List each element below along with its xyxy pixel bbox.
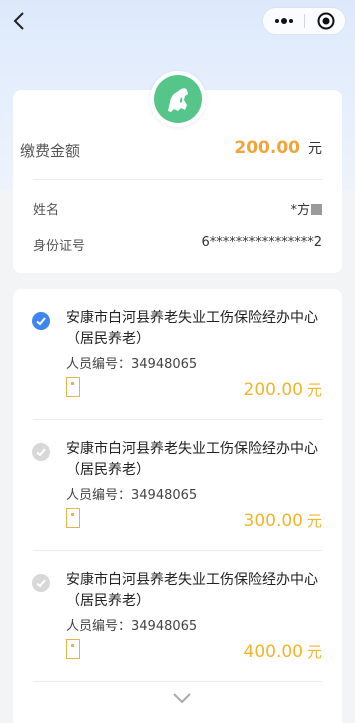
org-line1: 安康市白河县养老失业工伤保险经办中心 [66,441,318,457]
logo-container [150,71,206,127]
list-item[interactable]: 安康市白河县养老失业工伤保险经办中心 （居民养老） 人员编号：34948065 … [13,551,342,682]
target-circle-icon [317,12,335,30]
close-button[interactable] [305,8,347,34]
price-unit: 元 [306,381,322,399]
document-icon [66,377,80,397]
more-dots-icon [275,18,293,24]
amount-value: 200.00 元 [234,138,322,158]
org-name: 安康市白河县养老失业工伤保险经办中心 （居民养老） [66,439,326,481]
expand-button[interactable] [171,690,193,704]
price-unit: 元 [306,643,322,661]
name-text: *方 [290,203,310,218]
org-line2: （居民养老） [66,331,150,347]
payment-list-card: 安康市白河县养老失业工伤保险经办中心 （居民养老） 人员编号：34948065 … [13,289,342,723]
list-item[interactable]: 安康市白河县养老失业工伤保险经办中心 （居民养老） 人员编号：34948065 … [13,289,342,420]
more-button[interactable] [263,8,305,34]
price-unit: 元 [306,512,322,530]
org-name: 安康市白河县养老失业工伤保险经办中心 （居民养老） [66,308,326,350]
price-number: 400.00 [243,642,303,662]
checkbox-unchecked-icon[interactable] [32,443,50,461]
back-button[interactable] [10,8,32,34]
divider [33,179,322,180]
mini-program-capsule [262,7,346,35]
name-label: 姓名 [33,203,60,218]
id-value: 6****************2 [201,235,322,250]
person-id: 人员编号：34948065 [66,488,198,503]
name-value: *方 [290,199,322,218]
amount-unit: 元 [308,141,322,157]
chevron-down-icon [173,693,191,704]
item-price: 200.00 元 [244,379,323,400]
masked-char [311,204,322,215]
social-insurance-logo [154,75,202,123]
org-line1: 安康市白河县养老失业工伤保险经办中心 [66,310,318,326]
price-number: 200.00 [243,380,303,400]
chevron-left-icon [13,12,24,30]
checkbox-checked-icon[interactable] [32,312,50,330]
list-item[interactable]: 安康市白河县养老失业工伤保险经办中心 （居民养老） 人员编号：34948065 … [13,420,342,551]
divider [33,681,322,682]
document-icon [66,639,80,659]
person-id: 人员编号：34948065 [66,619,198,634]
price-number: 300.00 [243,511,303,531]
item-price: 400.00 元 [244,641,323,662]
id-label: 身份证号 [33,239,86,254]
org-line1: 安康市白河县养老失业工伤保险经办中心 [66,572,318,588]
item-price: 300.00 元 [244,510,323,531]
amount-row: 缴费金额 200.00 元 [20,138,322,161]
document-icon [66,508,80,528]
nav-bar [0,0,355,44]
amount-label: 缴费金额 [20,142,81,160]
amount-number: 200.00 [234,138,300,158]
person-id: 人员编号：34948065 [66,357,198,372]
org-line2: （居民养老） [66,462,150,478]
org-line2: （居民养老） [66,593,150,609]
checkbox-unchecked-icon[interactable] [32,574,50,592]
org-name: 安康市白河县养老失业工伤保险经办中心 （居民养老） [66,570,326,612]
